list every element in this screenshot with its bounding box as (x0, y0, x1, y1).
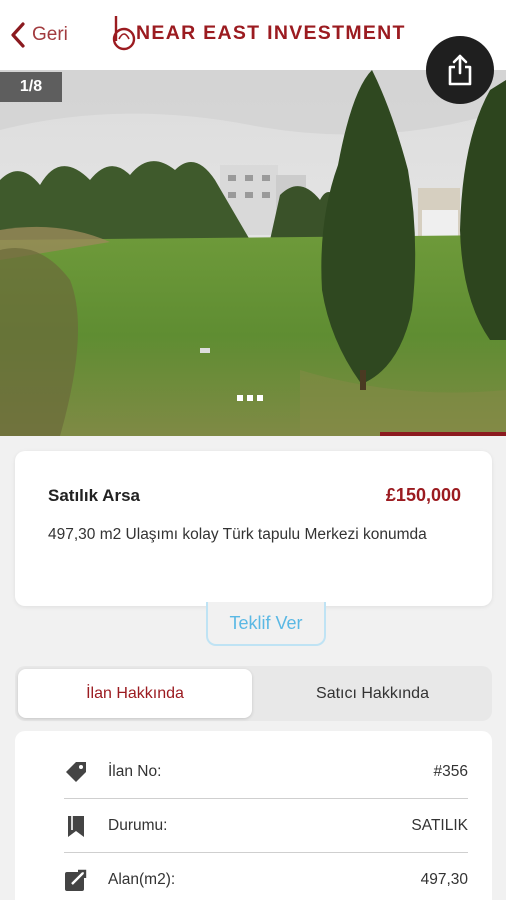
carousel-dot[interactable] (257, 395, 263, 401)
logo-text: NEAR EAST INVESTMENT (136, 21, 406, 44)
brand-logo: NEAR EAST INVESTMENT (110, 13, 406, 53)
photo-gallery[interactable]: 1/8 (0, 70, 506, 436)
tag-icon (64, 760, 88, 784)
detail-value: 497,30 (420, 871, 468, 888)
listing-details: İlan No: #356 Durumu: SATILIK Alan(m2): … (15, 731, 492, 900)
share-button[interactable] (426, 36, 494, 104)
area-icon (64, 868, 88, 892)
detail-row-status: Durumu: SATILIK (64, 799, 468, 853)
detail-row-listing-no: İlan No: #356 (64, 745, 468, 799)
listing-card: Satılık Arsa £150,000 497,30 m2 Ulaşımı … (15, 451, 492, 606)
carousel-dot[interactable] (247, 395, 253, 401)
listing-photo (0, 70, 506, 436)
detail-value: #356 (433, 762, 468, 780)
detail-label: Alan(m2): (108, 871, 176, 888)
back-label: Geri (32, 24, 68, 45)
share-icon (448, 54, 472, 86)
chevron-left-icon (11, 22, 25, 48)
detail-value: SATILIK (411, 816, 468, 834)
listing-price: £150,000 (385, 485, 461, 505)
tab-seller-info[interactable]: Satıcı Hakkında (256, 669, 489, 718)
photo-counter: 1/8 (0, 72, 62, 102)
make-offer-button[interactable]: Teklif Ver (206, 602, 326, 646)
detail-row-area: Alan(m2): 497,30 (64, 853, 468, 900)
carousel-dot[interactable] (237, 395, 243, 401)
bookmark-icon (64, 814, 88, 838)
listing-title: Satılık Arsa (48, 486, 140, 505)
detail-tabs: İlan Hakkında Satıcı Hakkında (15, 666, 492, 721)
listing-description: 497,30 m2 Ulaşımı kolay Türk tapulu Merk… (48, 526, 427, 543)
detail-label: İlan No: (108, 762, 162, 780)
tab-listing-info[interactable]: İlan Hakkında (18, 669, 252, 718)
logo-mark-icon (112, 16, 136, 51)
back-button[interactable]: Geri (10, 20, 68, 50)
carousel-dots[interactable] (237, 395, 263, 401)
detail-label: Durumu: (108, 816, 168, 834)
